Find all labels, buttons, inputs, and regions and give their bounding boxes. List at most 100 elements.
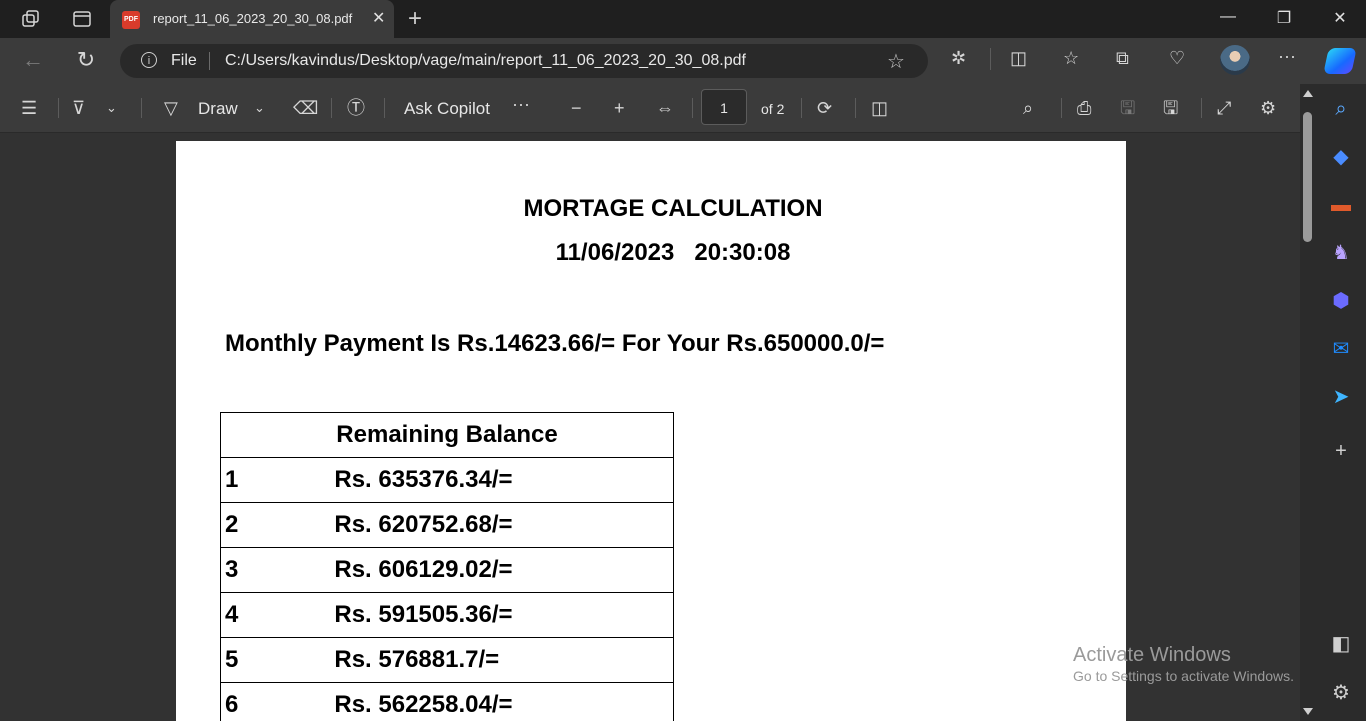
more-tools-icon[interactable]: ···: [512, 92, 530, 116]
more-menu-icon[interactable]: ···: [1278, 46, 1296, 67]
toolbar-separator: [692, 98, 693, 118]
settings-gear-icon[interactable]: ⚙: [1260, 96, 1276, 120]
save-as-icon[interactable]: 🖫: [1163, 96, 1178, 120]
toolbar-separator: [801, 98, 802, 118]
vertical-scrollbar[interactable]: [1300, 84, 1316, 721]
toolbar-separator: [990, 48, 991, 70]
table-header: Remaining Balance: [220, 412, 674, 458]
fullscreen-icon[interactable]: ⤢: [1217, 96, 1231, 120]
balance-value: Rs. 635376.34/=: [238, 457, 675, 503]
remaining-balance-table: Remaining Balance 1 Rs. 635376.34/= 2 Rs…: [220, 412, 675, 721]
tab-title: report_11_06_2023_20_30_08.pdf: [153, 11, 353, 26]
toolbar-separator: [1201, 98, 1202, 118]
outlook-icon[interactable]: ✉: [1328, 336, 1354, 362]
send-icon[interactable]: ➤: [1328, 384, 1354, 410]
monthly-payment-text: Monthly Payment Is Rs.14623.66/= For You…: [225, 330, 885, 357]
refresh-icon[interactable]: ↻: [74, 48, 98, 72]
scheme-label: File: [171, 52, 197, 69]
scroll-thumb[interactable]: [1303, 112, 1312, 242]
workspaces-icon[interactable]: [20, 8, 42, 30]
add-icon[interactable]: +: [1328, 438, 1354, 464]
chevron-down-icon[interactable]: ⌄: [106, 96, 117, 120]
shopping-tag-icon[interactable]: ◆: [1328, 144, 1354, 170]
games-chess-icon[interactable]: ♞: [1328, 240, 1354, 266]
edge-sidebar: ⌕ ◆ ▬ ♞ ⬢ ✉ ➤ + ◧ ⚙: [1316, 84, 1366, 721]
balance-value: Rs. 576881.7/=: [238, 637, 675, 683]
highlight-icon[interactable]: ⊽: [72, 96, 85, 120]
tab-active[interactable]: PDF report_11_06_2023_20_30_08.pdf ✕: [110, 0, 394, 38]
scroll-down-icon[interactable]: [1303, 708, 1313, 715]
search-icon[interactable]: ⌕: [1328, 96, 1354, 122]
info-icon[interactable]: i: [141, 52, 157, 68]
pdf-toolbar: ☰ ⊽ ⌄ ▽ Draw ⌄ ⌫ Ⓣ Ask Copilot ··· − + ⇔…: [0, 84, 1300, 133]
back-arrow-icon[interactable]: ←: [21, 48, 45, 72]
close-window-button[interactable]: ✕: [1328, 8, 1352, 30]
activation-watermark-title: Activate Windows: [1073, 644, 1231, 666]
fit-width-icon[interactable]: ⇔: [656, 96, 674, 120]
favorites-icon[interactable]: ☆: [1063, 48, 1079, 69]
table-row: 6 Rs. 562258.04/=: [220, 682, 675, 721]
row-number: 2: [220, 502, 239, 548]
browser-essentials-icon[interactable]: ♡: [1169, 48, 1185, 69]
chevron-down-icon[interactable]: ⌄: [254, 96, 265, 120]
table-header-row: Remaining Balance: [220, 412, 674, 458]
table-row: 1 Rs. 635376.34/=: [220, 457, 675, 503]
zoom-out-icon[interactable]: −: [571, 96, 582, 120]
toolbar-separator: [141, 98, 142, 118]
search-icon[interactable]: ⌕: [1023, 96, 1033, 120]
new-tab-button[interactable]: +: [408, 5, 422, 33]
row-number: 1: [220, 457, 239, 503]
document-datetime: 11/06/2023 20:30:08: [555, 239, 791, 266]
microsoft-365-icon[interactable]: ⬢: [1328, 288, 1354, 314]
table-row: 4 Rs. 591505.36/=: [220, 592, 675, 638]
extensions-icon[interactable]: ✲: [951, 48, 966, 69]
title-bar: PDF report_11_06_2023_20_30_08.pdf ✕ + —…: [0, 0, 1366, 38]
toolbar-separator: [58, 98, 59, 118]
row-number: 6: [220, 682, 239, 721]
sidebar-settings-icon[interactable]: ⚙: [1328, 680, 1354, 706]
tools-briefcase-icon[interactable]: ▬: [1328, 192, 1354, 218]
balance-value: Rs. 591505.36/=: [238, 592, 675, 638]
row-number: 5: [220, 637, 239, 683]
document-title: MORTAGE CALCULATION: [523, 195, 823, 222]
address-bar[interactable]: i File C:/Users/kavindus/Desktop/vage/ma…: [120, 44, 928, 78]
pdf-icon: PDF: [122, 11, 140, 29]
page-view-icon[interactable]: ◫: [871, 96, 888, 120]
profile-avatar[interactable]: [1220, 45, 1250, 75]
favorite-star-icon[interactable]: ☆: [887, 49, 905, 74]
scroll-up-icon[interactable]: [1303, 90, 1313, 97]
save-icon[interactable]: 🖫: [1120, 96, 1135, 120]
url-text[interactable]: C:/Users/kavindus/Desktop/vage/main/repo…: [225, 52, 746, 70]
address-separator: [209, 52, 210, 70]
draw-button[interactable]: Draw: [198, 99, 238, 119]
row-number: 4: [220, 592, 239, 638]
page-total-label: of 2: [761, 101, 785, 117]
sidebar-toggle-icon[interactable]: ◧: [1328, 631, 1354, 657]
table-row: 3 Rs. 606129.02/=: [220, 547, 675, 593]
tab-actions-icon[interactable]: [71, 8, 93, 30]
balance-value: Rs. 620752.68/=: [238, 502, 675, 548]
page-number-input[interactable]: 1: [701, 89, 747, 125]
table-row: 5 Rs. 576881.7/=: [220, 637, 675, 683]
collections-icon[interactable]: ⧉: [1116, 48, 1129, 69]
contents-list-icon[interactable]: ☰: [21, 96, 37, 120]
toolbar-separator: [1061, 98, 1062, 118]
toolbar-separator: [855, 98, 856, 118]
row-number: 3: [220, 547, 239, 593]
minimize-button[interactable]: —: [1216, 8, 1240, 30]
ask-copilot-button[interactable]: Ask Copilot: [404, 99, 490, 119]
toolbar-separator: [384, 98, 385, 118]
balance-value: Rs. 562258.04/=: [238, 682, 675, 721]
zoom-in-icon[interactable]: +: [614, 96, 625, 120]
navigation-bar: ← ↻ i File C:/Users/kavindus/Desktop/vag…: [0, 38, 1366, 84]
text-box-icon[interactable]: Ⓣ: [347, 96, 365, 120]
balance-value: Rs. 606129.02/=: [238, 547, 675, 593]
eraser-icon[interactable]: ⌫: [293, 96, 318, 120]
split-screen-icon[interactable]: ◫: [1010, 48, 1027, 69]
table-row: 2 Rs. 620752.68/=: [220, 502, 675, 548]
print-icon[interactable]: ⎙: [1077, 96, 1091, 120]
restore-button[interactable]: ❐: [1272, 8, 1296, 30]
close-tab-icon[interactable]: ✕: [372, 8, 385, 28]
rotate-icon[interactable]: ⟳: [817, 96, 832, 120]
draw-icon[interactable]: ▽: [164, 96, 178, 120]
